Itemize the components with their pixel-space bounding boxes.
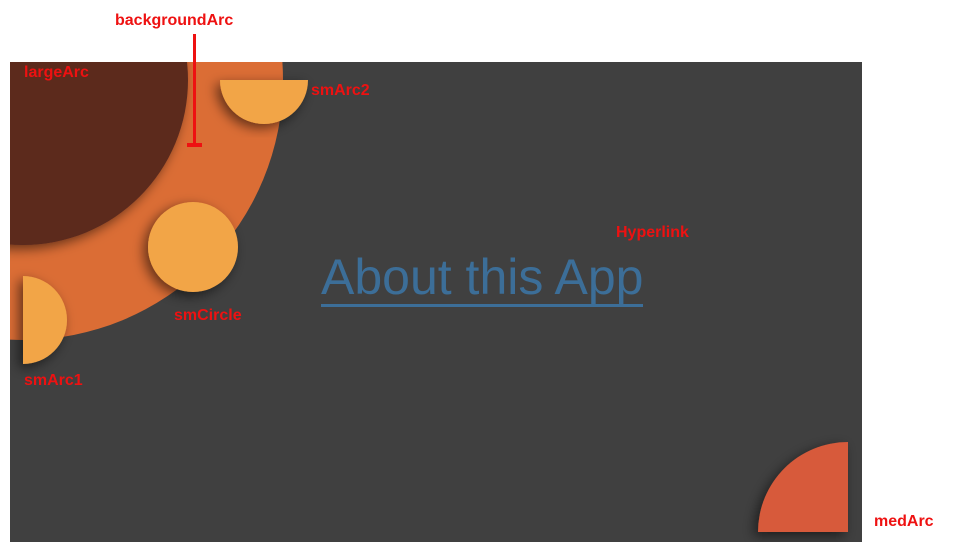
label-medium-arc: medArc (874, 513, 934, 530)
label-background-arc: backgroundArc (115, 12, 234, 29)
small-circle-shape (148, 202, 238, 292)
about-app-hyperlink[interactable]: About this App (321, 252, 644, 307)
background-arc-pointer-line (193, 34, 196, 145)
background-arc-pointer-cap (187, 143, 202, 147)
label-small-arc-2: smArc2 (311, 82, 370, 99)
label-large-arc: largeArc (24, 64, 89, 81)
label-small-arc-1: smArc1 (24, 372, 83, 389)
label-hyperlink: Hyperlink (616, 224, 689, 241)
diagram-stage: About this App backgroundArc largeArc sm… (0, 0, 962, 542)
label-small-circle: smCircle (174, 307, 242, 324)
